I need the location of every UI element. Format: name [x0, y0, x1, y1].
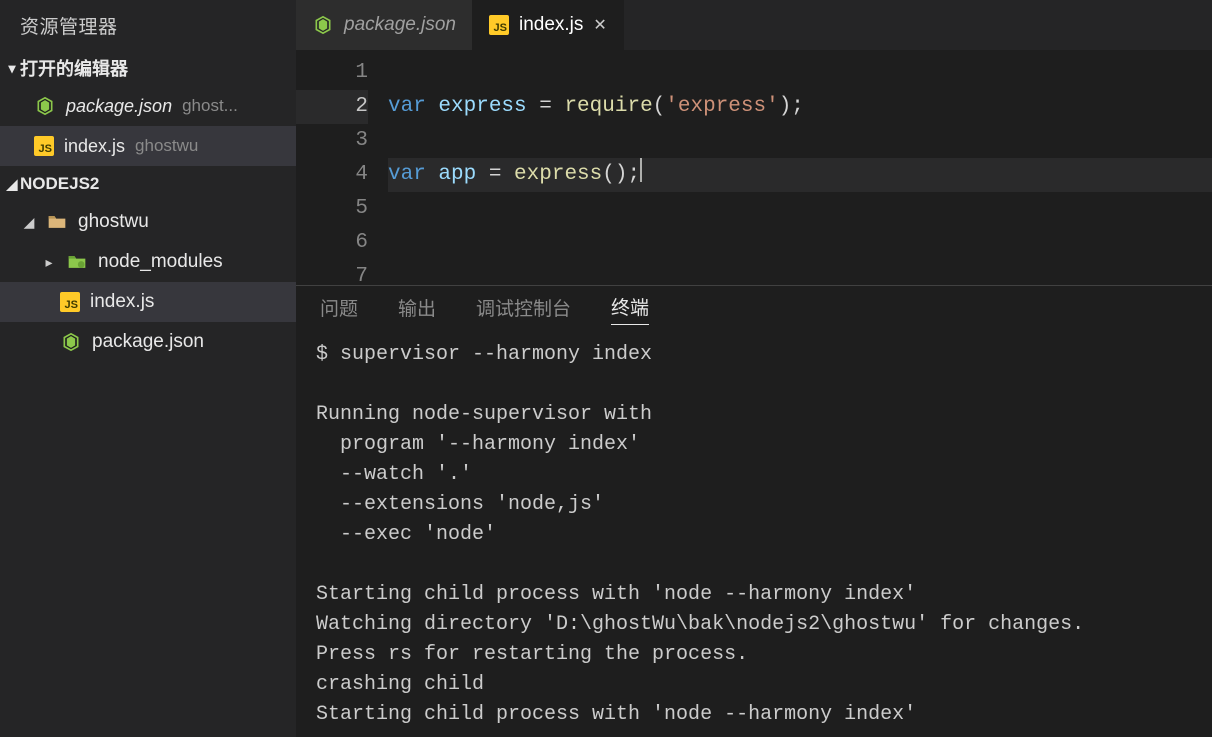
- code-token: express: [514, 163, 602, 186]
- tab-bar: package.json JS index.js ✕: [296, 0, 1212, 50]
- chevron-right-icon: ▸: [42, 254, 56, 271]
- code-token: var: [388, 163, 426, 186]
- explorer-title: 资源管理器: [0, 0, 296, 50]
- panel-tab-problems[interactable]: 问题: [320, 294, 358, 325]
- line-number: 7: [296, 260, 368, 285]
- tab-package-json[interactable]: package.json: [296, 0, 473, 50]
- nodejs-icon: [60, 331, 82, 353]
- code-token: require: [564, 95, 652, 118]
- node-modules-folder-icon: [66, 251, 88, 273]
- tree-folder-name: ghostwu: [78, 211, 149, 233]
- editor-area: package.json JS index.js ✕ 1 2 3 4 5 6 7…: [296, 0, 1212, 737]
- tab-index-js[interactable]: JS index.js ✕: [473, 0, 624, 50]
- chevron-down-icon: ◢: [4, 176, 20, 193]
- panel-tab-output[interactable]: 输出: [398, 294, 436, 325]
- js-icon: JS: [60, 292, 80, 312]
- tree-folder[interactable]: ▸ node_modules: [0, 242, 296, 282]
- panel-tab-terminal[interactable]: 终端: [611, 293, 649, 325]
- code-token: var: [388, 95, 426, 118]
- open-editor-dir: ghost...: [182, 96, 238, 116]
- code-token: express: [438, 95, 526, 118]
- js-icon: JS: [34, 136, 54, 156]
- line-number: 6: [296, 226, 368, 260]
- project-root-header[interactable]: ◢ NODEJS2: [0, 166, 296, 202]
- js-icon: JS: [489, 15, 509, 35]
- line-number: 2: [296, 90, 368, 124]
- tree-folder[interactable]: ◢ ghostwu: [0, 202, 296, 242]
- open-editor-item[interactable]: package.json ghost...: [0, 86, 296, 126]
- line-gutter: 1 2 3 4 5 6 7: [296, 56, 388, 285]
- code-content[interactable]: var express = require('express'); var ap…: [388, 56, 1212, 285]
- tree-file[interactable]: package.json: [0, 322, 296, 362]
- line-number: 4: [296, 158, 368, 192]
- nodejs-icon: [34, 95, 56, 117]
- line-number: 3: [296, 124, 368, 158]
- panel-tab-bar: 问题 输出 调试控制台 终端: [296, 286, 1212, 332]
- folder-open-icon: [46, 211, 68, 233]
- line-number: 5: [296, 192, 368, 226]
- text-cursor: [640, 158, 642, 182]
- bottom-panel: 问题 输出 调试控制台 终端 $ supervisor --harmony in…: [296, 285, 1212, 737]
- code-editor[interactable]: 1 2 3 4 5 6 7 var express = require('exp…: [296, 50, 1212, 285]
- line-number: 1: [296, 56, 368, 90]
- nodejs-icon: [312, 14, 334, 36]
- open-editors-header[interactable]: ▾ 打开的编辑器: [0, 50, 296, 86]
- open-editors-label: 打开的编辑器: [20, 55, 128, 81]
- project-name: NODEJS2: [20, 174, 99, 194]
- terminal-output[interactable]: $ supervisor --harmony index Running nod…: [296, 332, 1212, 737]
- open-editor-item[interactable]: JS index.js ghostwu: [0, 126, 296, 166]
- open-editor-filename: index.js: [64, 136, 125, 157]
- chevron-down-icon: ◢: [22, 214, 36, 231]
- tab-label: index.js: [519, 14, 583, 36]
- tree-file-name: package.json: [92, 331, 204, 353]
- chevron-down-icon: ▾: [4, 60, 20, 77]
- panel-tab-debug-console[interactable]: 调试控制台: [476, 294, 571, 325]
- explorer-sidebar: 资源管理器 ▾ 打开的编辑器 package.json ghost... JS …: [0, 0, 296, 737]
- close-icon[interactable]: ✕: [593, 15, 607, 35]
- open-editor-dir: ghostwu: [135, 136, 198, 156]
- tree-file-name: index.js: [90, 291, 154, 313]
- open-editor-filename: package.json: [66, 96, 172, 117]
- tree-file[interactable]: JS index.js: [0, 282, 296, 322]
- code-token: app: [438, 163, 476, 186]
- tab-label: package.json: [344, 14, 456, 36]
- tree-folder-name: node_modules: [98, 251, 223, 273]
- code-token: 'express': [665, 95, 778, 118]
